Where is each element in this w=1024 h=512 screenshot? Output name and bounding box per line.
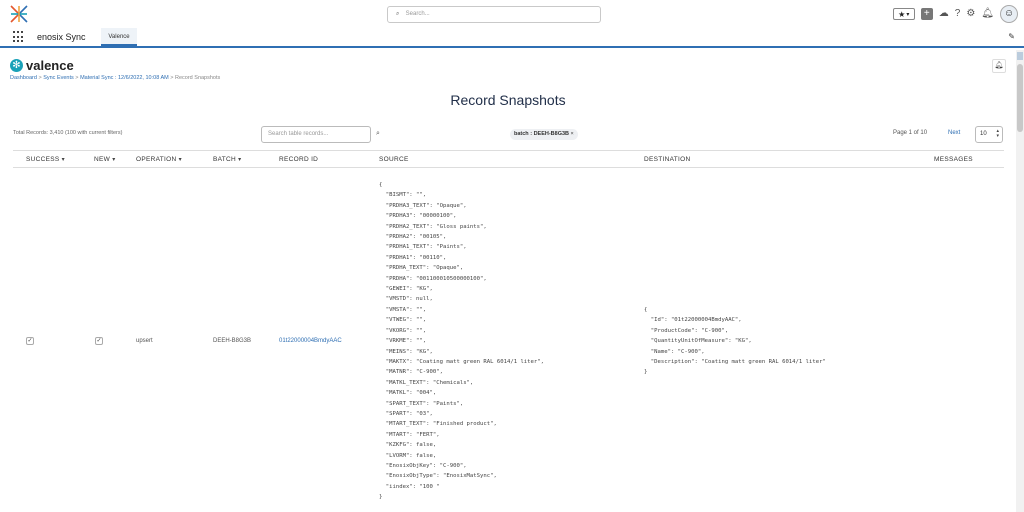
main-content: ✻ valence 🔔︎ Dashboard > Sync Events > M… (0, 50, 1016, 512)
record-id-link[interactable]: 01t22000004BmdyAAC (279, 338, 342, 344)
tab-valence[interactable]: Valence (101, 28, 137, 46)
source-json: { "BISMT": "", "PRDHA3_TEXT": "Opaque", … (379, 182, 545, 501)
operation-cell: upsert (136, 338, 153, 344)
plus-icon: + (923, 8, 930, 19)
scrollbar-thumb[interactable] (1017, 64, 1023, 132)
app-logo-icon[interactable] (8, 3, 30, 25)
column-batch[interactable]: BATCH ▾ (213, 156, 241, 163)
sort-caret-icon: ▾ (61, 157, 65, 163)
page-info: Page 1 of 10 (893, 130, 928, 136)
sort-caret-icon: ▾ (238, 157, 242, 163)
edit-nav-icon[interactable]: ✎ (1008, 32, 1015, 41)
avatar[interactable]: ☺ (1000, 5, 1018, 23)
total-records: Total Records: 3,410 (100 with current f… (13, 130, 123, 136)
filter-pill-batch[interactable]: batch : DEEH-B8G3B × (510, 129, 578, 140)
per-page-value: 10 (980, 131, 987, 137)
star-icon: ★ (898, 9, 906, 19)
search-icon: ⌕ (396, 11, 400, 17)
next-page-link[interactable]: Next (948, 130, 960, 136)
global-search-placeholder: Search... (405, 11, 430, 17)
column-success-label: SUCCESS (26, 156, 60, 163)
gear-icon[interactable]: ⚙ (966, 8, 975, 20)
filter-pill-value: DEEH-B8G3B (533, 131, 570, 137)
notifications-icon[interactable]: 🔔︎ (981, 8, 994, 20)
page-title: Record Snapshots (450, 92, 566, 108)
column-destination: DESTINATION (644, 156, 691, 163)
breadcrumb-current: Record Snapshots (175, 75, 221, 81)
filter-pill-key: batch : (514, 131, 533, 137)
bell-icon: 🔔︎ (994, 62, 1004, 69)
sort-caret-icon: ▾ (112, 157, 116, 163)
chevron-down-icon: ▾ (906, 11, 910, 18)
close-icon[interactable]: × (571, 131, 574, 137)
destination-json: { "Id": "01t22000004BmdyAAC", "ProductCo… (644, 307, 826, 376)
global-header: ⌕ Search... ★ ▾ + ☁ ? ⚙ 🔔︎ ☺ (0, 0, 1024, 28)
table-header: SUCCESS ▾ NEW ▾ OPERATION ▾ BATCH ▾ RECO… (13, 150, 1004, 168)
stepper-icon: ▴ ▾ (996, 128, 999, 139)
breadcrumb-sync-events[interactable]: Sync Events (43, 75, 74, 81)
app-nav-bar: enosix Sync Valence ✎ (0, 28, 1024, 48)
column-operation[interactable]: OPERATION ▾ (136, 156, 182, 163)
app-name: enosix Sync (37, 32, 86, 42)
per-page-select[interactable]: 10 ▴ ▾ (975, 126, 1003, 143)
global-search-input[interactable]: ⌕ Search... (387, 6, 601, 23)
sort-caret-icon: ▾ (178, 157, 182, 163)
valence-logo-icon: ✻ (10, 59, 23, 72)
table-search-icon[interactable]: ⌕ (376, 130, 380, 138)
column-new-label: NEW (94, 156, 111, 163)
favorites-button[interactable]: ★ ▾ (892, 8, 915, 20)
column-source: SOURCE (379, 156, 409, 163)
valence-notifications-button[interactable]: 🔔︎ (992, 59, 1006, 73)
global-actions-button[interactable]: + (920, 8, 933, 20)
help-icon[interactable]: ? (955, 8, 961, 20)
column-batch-label: BATCH (213, 156, 237, 163)
column-operation-label: OPERATION (136, 156, 177, 163)
success-checkbox: ✓ (26, 337, 34, 345)
breadcrumb: Dashboard > Sync Events > Material Sync … (10, 75, 221, 81)
column-success[interactable]: SUCCESS ▾ (26, 156, 65, 163)
column-messages: MESSAGES (934, 156, 973, 163)
brand-name: valence (26, 58, 74, 73)
table-search-input[interactable]: Search table records... (261, 126, 371, 143)
header-actions: ★ ▾ + ☁ ? ⚙ 🔔︎ ☺ (892, 4, 1018, 24)
breadcrumb-dashboard[interactable]: Dashboard (10, 75, 37, 81)
breadcrumb-material-sync[interactable]: Material Sync : 12/6/2022, 10:08 AM (80, 75, 169, 81)
valence-brand: ✻ valence (10, 58, 74, 73)
column-record-id: RECORD ID (279, 156, 319, 163)
batch-cell: DEEH-B8G3B (213, 338, 252, 344)
app-launcher-icon[interactable] (13, 31, 25, 43)
page-scrollbar[interactable] (1016, 50, 1024, 512)
new-checkbox: ✓ (95, 337, 103, 345)
column-new[interactable]: NEW ▾ (94, 156, 116, 163)
trailhead-icon[interactable]: ☁ (939, 8, 949, 20)
scroll-up-icon[interactable] (1017, 52, 1023, 60)
